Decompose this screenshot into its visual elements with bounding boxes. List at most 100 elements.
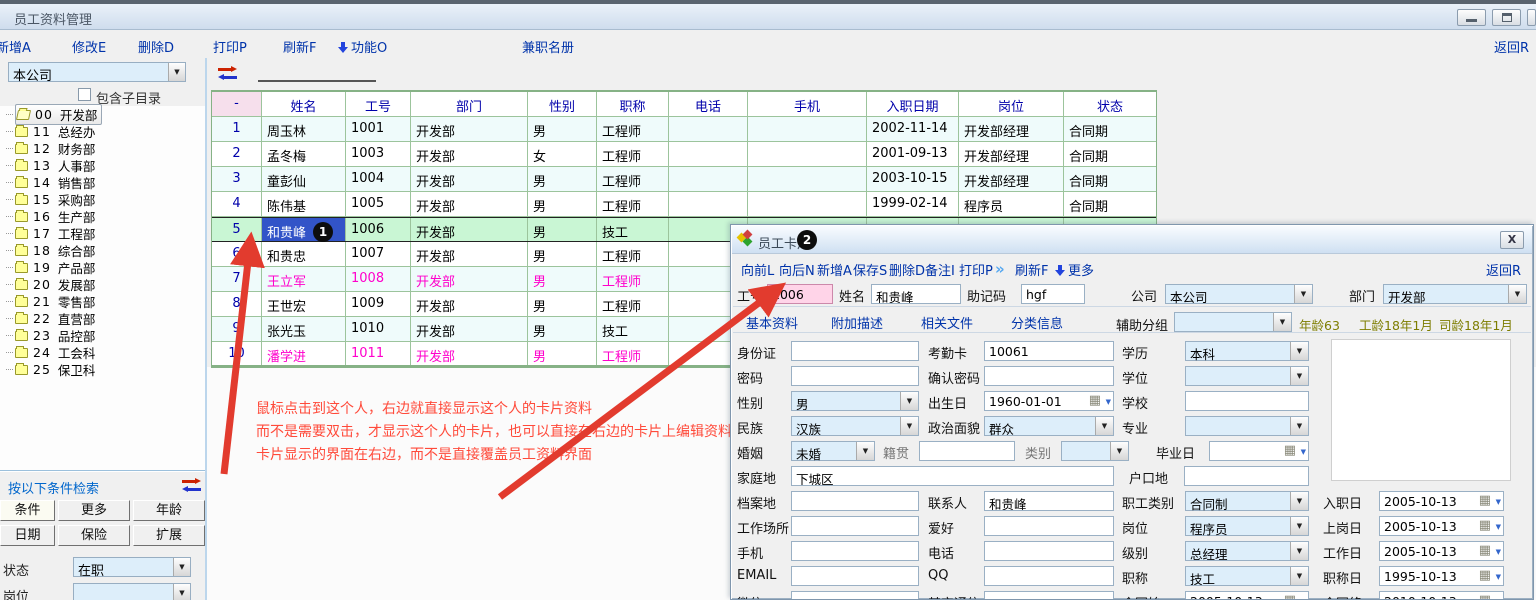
tree-item-14[interactable]: 14销售部 xyxy=(0,174,205,191)
onduty-date-field[interactable]: 2005-10-13 xyxy=(1379,516,1504,536)
table-row[interactable]: 4陈伟基1005开发部男工程师1999-02-14程序员合同期 xyxy=(212,192,1156,217)
card-prev-button[interactable]: 向前L xyxy=(741,260,774,279)
degree-select[interactable] xyxy=(1185,366,1309,386)
tree-item-16[interactable]: 16生产部 xyxy=(0,208,205,225)
ethnic-select[interactable]: 汉族 xyxy=(791,416,919,436)
menu-back[interactable]: 返回R xyxy=(1494,37,1529,56)
school-field[interactable] xyxy=(1185,391,1309,411)
origin-field[interactable] xyxy=(919,441,1015,461)
tree-item-22[interactable]: 22直营部 xyxy=(0,310,205,327)
filter-expand-button[interactable]: 扩展 xyxy=(133,525,205,546)
politics-select[interactable]: 群众 xyxy=(984,416,1114,436)
card-more-button[interactable]: 更多 xyxy=(1055,260,1094,279)
filter-condition-button[interactable]: 条件 xyxy=(0,500,55,521)
tree-item-17[interactable]: 17工程部 xyxy=(0,225,205,242)
tree-item-12[interactable]: 12财务部 xyxy=(0,140,205,157)
aux-group-select[interactable] xyxy=(1174,312,1292,332)
tab-files[interactable]: 相关文件 xyxy=(921,313,973,332)
swap-icon[interactable] xyxy=(182,478,201,491)
level-select[interactable]: 总经理 xyxy=(1185,541,1309,561)
qq-field[interactable] xyxy=(984,566,1114,586)
tab-extra[interactable]: 附加描述 xyxy=(831,313,883,332)
card-back-button[interactable]: 返回R xyxy=(1486,260,1521,279)
workday-date-field[interactable]: 2005-10-13 xyxy=(1379,541,1504,561)
filter-more-button[interactable]: 更多 xyxy=(58,500,130,521)
menu-print[interactable]: 打印P xyxy=(213,37,247,56)
contact-field[interactable]: 和贵峰 xyxy=(984,491,1114,511)
education-select[interactable]: 本科 xyxy=(1185,341,1309,361)
mobile-field[interactable] xyxy=(791,541,919,561)
table-row[interactable]: 1周玉林1001开发部男工程师2002-11-14开发部经理合同期 xyxy=(212,117,1156,142)
menu-refresh[interactable]: 刷新F xyxy=(283,37,316,56)
hobby-field[interactable] xyxy=(984,516,1114,536)
card-print-button[interactable]: 打印P xyxy=(959,260,993,279)
table-row[interactable]: 2孟冬梅1003开发部女工程师2001-09-13开发部经理合同期 xyxy=(212,142,1156,167)
card-add-button[interactable]: 新增A xyxy=(817,260,852,279)
menu-add[interactable]: 新增A xyxy=(0,37,31,56)
phone-field[interactable] xyxy=(984,541,1114,561)
tab-basic[interactable]: 基本资料 xyxy=(746,313,798,332)
card-save-button[interactable]: 保存S xyxy=(853,260,887,279)
category-select[interactable] xyxy=(1061,441,1129,461)
company-select[interactable]: 本公司 xyxy=(8,62,186,82)
emp-id-field[interactable]: 1006 xyxy=(767,284,833,304)
restore-button[interactable] xyxy=(1492,9,1521,26)
password-field[interactable] xyxy=(791,366,919,386)
gender-select[interactable]: 男 xyxy=(791,391,919,411)
emp-type-select[interactable]: 合同制 xyxy=(1185,491,1309,511)
card-next-button[interactable]: 向后N xyxy=(779,260,815,279)
card-close-button[interactable]: X xyxy=(1500,231,1524,249)
tree-item-18[interactable]: 18综合部 xyxy=(0,242,205,259)
tab-category[interactable]: 分类信息 xyxy=(1011,313,1063,332)
birth-date-field[interactable]: 1960-01-01 xyxy=(984,391,1114,411)
status-filter-select[interactable]: 在职 xyxy=(73,557,191,577)
tree-item-20[interactable]: 20发展部 xyxy=(0,276,205,293)
table-header-row[interactable]: - 姓名 工号 部门 性别 职称 电话 手机 入职日期 岗位 状态 xyxy=(212,92,1156,117)
menu-delete[interactable]: 删除D xyxy=(138,37,174,56)
close-button[interactable] xyxy=(1527,9,1536,26)
quick-search-underline-input[interactable] xyxy=(258,80,376,82)
minimize-button[interactable] xyxy=(1457,9,1486,26)
marriage-select[interactable]: 未婚 xyxy=(791,441,875,461)
contract-end-field[interactable]: 2010-10-13 xyxy=(1379,591,1504,600)
hire-date-field[interactable]: 2005-10-13 xyxy=(1379,491,1504,511)
contract-start-field[interactable]: 2005-10-13 xyxy=(1185,591,1309,600)
email-field[interactable] xyxy=(791,566,919,586)
confirm-password-field[interactable] xyxy=(984,366,1114,386)
household-field[interactable] xyxy=(1184,466,1309,486)
card-delete-button[interactable]: 删除D xyxy=(889,260,925,279)
company-select[interactable]: 本公司 xyxy=(1165,284,1313,304)
filter-insurance-button[interactable]: 保险 xyxy=(58,525,130,546)
tree-item-19[interactable]: 19产品部 xyxy=(0,259,205,276)
tree-item-11[interactable]: 11总经办 xyxy=(0,123,205,140)
major-select[interactable] xyxy=(1185,416,1309,436)
id-card-field[interactable] xyxy=(791,341,919,361)
tree-item-23[interactable]: 23品控部 xyxy=(0,327,205,344)
graduation-date-field[interactable] xyxy=(1209,441,1309,461)
dept-select[interactable]: 开发部 xyxy=(1383,284,1527,304)
menu-modify[interactable]: 修改E xyxy=(72,37,106,56)
wechat-field[interactable] xyxy=(791,591,919,600)
chevrons-right-icon[interactable]: » xyxy=(995,260,1005,278)
post-select[interactable]: 程序员 xyxy=(1185,516,1309,536)
table-row[interactable]: 3童彭仙1004开发部男工程师2003-10-15开发部经理合同期 xyxy=(212,167,1156,192)
job-title-select[interactable]: 技工 xyxy=(1185,566,1309,586)
other-contact-field[interactable] xyxy=(984,591,1114,600)
filter-date-button[interactable]: 日期 xyxy=(0,525,55,546)
home-field[interactable]: 下城区 xyxy=(791,466,1114,486)
swap-columns-icon[interactable] xyxy=(218,66,237,79)
archive-field[interactable] xyxy=(791,491,919,511)
tree-item-13[interactable]: 13人事部 xyxy=(0,157,205,174)
card-note-button[interactable]: 备注I xyxy=(925,260,955,279)
mnemonic-field[interactable]: hgf xyxy=(1021,284,1085,304)
tree-item-00[interactable]: 00 开发部 xyxy=(0,106,205,123)
attendance-field[interactable]: 10061 xyxy=(984,341,1114,361)
tree-item-21[interactable]: 21零售部 xyxy=(0,293,205,310)
emp-name-field[interactable]: 和贵峰 xyxy=(871,284,961,304)
filter-age-button[interactable]: 年龄 xyxy=(133,500,205,521)
card-refresh-button[interactable]: 刷新F xyxy=(1015,260,1048,279)
tree-item-25[interactable]: 25保卫科 xyxy=(0,361,205,378)
menu-part-time-roster[interactable]: 兼职名册 xyxy=(522,37,574,56)
title-date-field[interactable]: 1995-10-13 xyxy=(1379,566,1504,586)
workplace-field[interactable] xyxy=(791,516,919,536)
